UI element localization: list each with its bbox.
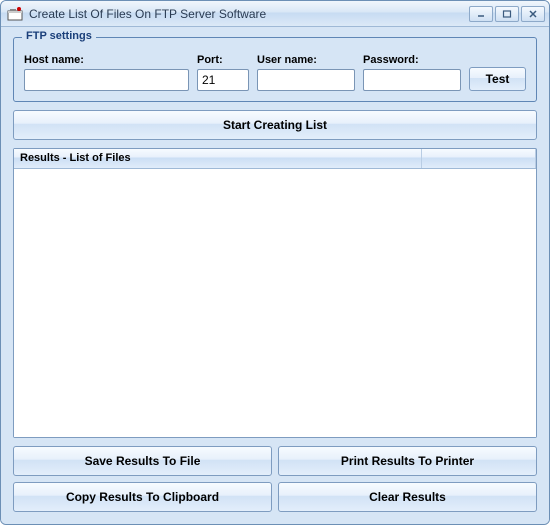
port-input[interactable] [197,69,249,91]
close-button[interactable] [521,6,545,22]
maximize-button[interactable] [495,6,519,22]
save-results-button[interactable]: Save Results To File [13,446,272,476]
app-window: Create List Of Files On FTP Server Softw… [0,0,550,525]
results-header-col[interactable]: Results - List of Files [14,149,422,168]
start-creating-list-button[interactable]: Start Creating List [13,110,537,140]
clear-results-button[interactable]: Clear Results [278,482,537,512]
titlebar: Create List Of Files On FTP Server Softw… [1,1,549,27]
bottom-buttons: Save Results To File Print Results To Pr… [13,446,537,512]
user-input[interactable] [257,69,355,91]
window-controls [469,6,545,22]
port-label: Port: [197,54,249,66]
client-area: FTP settings Host name: Port: User name:… [1,27,549,524]
app-icon [7,6,23,22]
host-field-wrap: Host name: [24,54,189,91]
user-label: User name: [257,54,355,66]
ftp-settings-group: FTP settings Host name: Port: User name:… [13,37,537,102]
results-header-col-spacer [422,149,536,168]
window-title: Create List Of Files On FTP Server Softw… [29,7,469,21]
minimize-button[interactable] [469,6,493,22]
password-input[interactable] [363,69,461,91]
test-button[interactable]: Test [469,67,526,91]
results-body[interactable] [14,169,536,437]
results-header: Results - List of Files [14,149,536,169]
copy-results-button[interactable]: Copy Results To Clipboard [13,482,272,512]
port-field-wrap: Port: [197,54,249,91]
host-label: Host name: [24,54,189,66]
print-results-button[interactable]: Print Results To Printer [278,446,537,476]
host-input[interactable] [24,69,189,91]
user-field-wrap: User name: [257,54,355,91]
password-label: Password: [363,54,461,66]
ftp-settings-legend: FTP settings [22,30,96,42]
results-list: Results - List of Files [13,148,537,438]
password-field-wrap: Password: [363,54,461,91]
